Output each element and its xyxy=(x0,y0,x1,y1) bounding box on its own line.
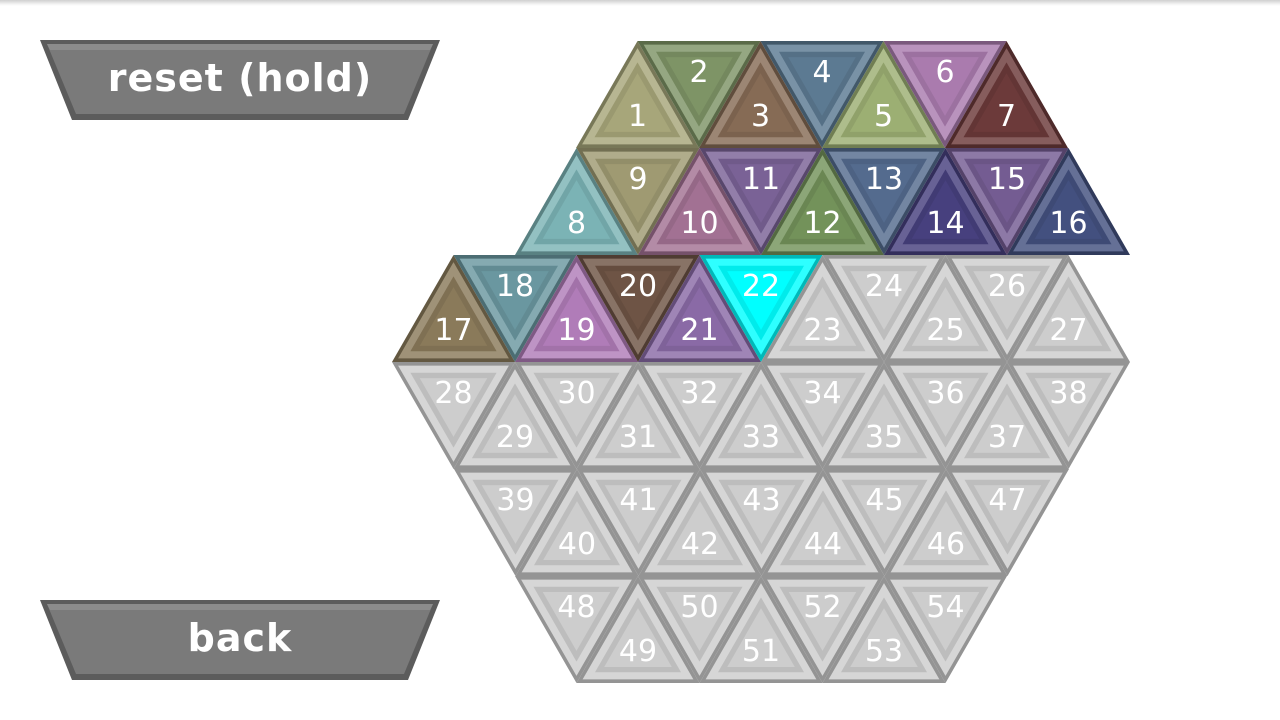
tile-4-number: 4 xyxy=(812,55,831,90)
tile-18-number: 18 xyxy=(496,269,534,304)
tile-30-number: 30 xyxy=(557,376,595,411)
tile-52-number: 52 xyxy=(803,590,841,625)
tile-23-number: 23 xyxy=(803,313,841,348)
tile-36-number: 36 xyxy=(926,376,964,411)
tile-37-number: 37 xyxy=(988,420,1026,455)
tile-32-number: 32 xyxy=(680,376,718,411)
tile-54-number: 54 xyxy=(926,590,964,625)
tile-48-number: 48 xyxy=(557,590,595,625)
tile-6-number: 6 xyxy=(935,55,954,90)
tile-40-number: 40 xyxy=(558,527,596,562)
tile-9-number: 9 xyxy=(628,162,647,197)
triangle-puzzle-board: 1234567891011121314151617181920212223242… xyxy=(392,41,1130,683)
tile-24-number: 24 xyxy=(865,269,903,304)
tile-10-number: 10 xyxy=(680,206,718,241)
tile-35-number: 35 xyxy=(865,420,903,455)
tile-7-number: 7 xyxy=(997,99,1016,134)
tile-21-number: 21 xyxy=(680,313,718,348)
tile-22-number: 22 xyxy=(742,269,780,304)
tile-3-number: 3 xyxy=(751,99,770,134)
tile-12-number: 12 xyxy=(803,206,841,241)
tile-11-number: 11 xyxy=(742,162,780,197)
tile-16-number: 16 xyxy=(1049,206,1087,241)
tile-53-number: 53 xyxy=(865,634,903,669)
tile-28-number: 28 xyxy=(434,376,472,411)
tile-47-number: 47 xyxy=(988,483,1026,518)
tile-42-number: 42 xyxy=(681,527,719,562)
tile-49-number: 49 xyxy=(619,634,657,669)
tile-50-number: 50 xyxy=(680,590,718,625)
tile-46-number: 46 xyxy=(927,527,965,562)
tile-15-number: 15 xyxy=(988,162,1026,197)
tile-31-number: 31 xyxy=(619,420,657,455)
tile-39-number: 39 xyxy=(496,483,534,518)
tile-44-number: 44 xyxy=(804,527,842,562)
tile-27-number: 27 xyxy=(1049,313,1087,348)
tile-13-number: 13 xyxy=(865,162,903,197)
tile-33-number: 33 xyxy=(742,420,780,455)
tile-8-number: 8 xyxy=(567,206,586,241)
tile-19-number: 19 xyxy=(557,313,595,348)
tile-38-number: 38 xyxy=(1049,376,1087,411)
tile-20-number: 20 xyxy=(619,269,657,304)
tile-17-number: 17 xyxy=(434,313,472,348)
tile-29-number: 29 xyxy=(496,420,534,455)
tile-2-number: 2 xyxy=(689,55,708,90)
tile-41-number: 41 xyxy=(619,483,657,518)
tile-5-number: 5 xyxy=(874,99,893,134)
tile-34-number: 34 xyxy=(803,376,841,411)
tile-43-number: 43 xyxy=(742,483,780,518)
tile-26-number: 26 xyxy=(988,269,1026,304)
tile-45-number: 45 xyxy=(865,483,903,518)
tile-51-number: 51 xyxy=(742,634,780,669)
tile-25-number: 25 xyxy=(926,313,964,348)
tile-14-number: 14 xyxy=(926,206,964,241)
tile-1-number: 1 xyxy=(628,99,647,134)
